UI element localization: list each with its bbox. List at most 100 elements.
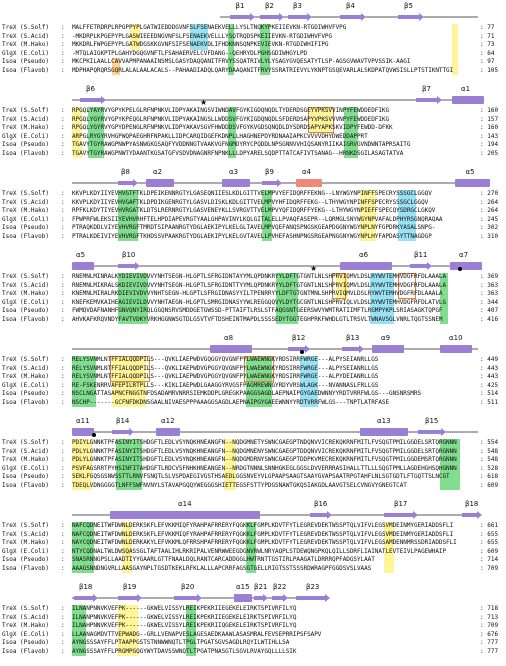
sequence-row: Isoa (Flavob): AAAGSNNDNGVRLLAASGAYNPLTGS… xyxy=(0,565,506,574)
sequence-residues: MDPHAPQRQRSGQRLALALAALACALS--PAHAADIADQL… xyxy=(72,66,454,74)
sequence-name: Isoa (Flavob) xyxy=(2,398,49,406)
sequence-name: Isoa (Flavob) xyxy=(2,232,49,240)
separator: : xyxy=(61,622,65,629)
ss-element-label: β7 xyxy=(422,85,431,93)
ss-element-label: α7 xyxy=(459,251,469,259)
residue-number: 264 xyxy=(480,199,506,208)
sequence-row: Isoa (Flavob): PTRALKDEIVIYEVHVRGFTKHDSSV… xyxy=(0,233,506,242)
residue-number: 416 xyxy=(480,316,506,325)
sequence-row: Isoa (Pseudo): MKCPKILAALLCAVVAPMPANAAINS… xyxy=(0,58,506,67)
sequence-row: GlgX (E.Coli): KNEFKEMVKAIHEAGIEVILDVVYNH… xyxy=(0,299,506,308)
residue-number: 609 xyxy=(480,482,506,491)
ss-diagram xyxy=(72,179,490,187)
sequence-residues: ILNANPNNVKVEFPK------GKWELVISSYLREIKPEKR… xyxy=(72,605,297,612)
sequence-row: TreX (M.Hako): RPFKLKDYTIYEVHVRGATKLDTSLR… xyxy=(0,207,506,216)
alpha-helix-bar xyxy=(210,345,252,353)
separator: : xyxy=(61,447,65,455)
sequence-residues: PDLYLGNNKTPFASINYITSHDGFTLEDLVSYNQKHNEAN… xyxy=(72,447,457,455)
ss-element-label: β6 xyxy=(86,85,95,93)
alignment-block: β18 β19 β20 α15 β21 β22 β23 TreX (S.Solf): ILNAN… xyxy=(0,583,506,656)
beta-strand-arrow xyxy=(254,594,268,602)
sequence-residues: RPGQLYAYRVYGPYKPELGLRFNPNKVLIDPYAKAINGSV… xyxy=(72,107,390,114)
sequence-row: TreX (S.Acid): RELYSVNMLNTFFIALQQDPILS---… xyxy=(0,365,506,374)
ss-element-label: α5 xyxy=(465,168,475,176)
sequence-name: TreX (S.Acid) xyxy=(2,281,49,289)
sequence-name: TreX (S.Solf) xyxy=(2,522,49,529)
alignment-block: β8 α2 α3 β9 α4 α5 TreX (S.Solf): KKVPLKDYIIYEVH… xyxy=(0,168,506,241)
beta-strand-arrow xyxy=(416,96,442,104)
beta-strand-arrow xyxy=(340,13,366,21)
sequence-row: TreX (S.Solf): RELYSVNMLNTFFIALQQDPILS---… xyxy=(0,356,506,365)
sequence-name: Isoa (Flavob) xyxy=(2,647,49,655)
sequence-name: TreX (S.Acid) xyxy=(2,447,49,455)
separator: : xyxy=(61,381,65,389)
residue-number: 548 xyxy=(480,448,506,457)
sequence-residues: PTRAQKDDLVIYEVHVRGFTMRDTSIPAANRGTYDGLAEK… xyxy=(72,224,436,231)
sequence-residues: FWMQVDAFNANHFGNVQNYIRQLGGQNSRVSMDDGETGWS… xyxy=(72,307,443,314)
sequence-name: Isoa (Flavob) xyxy=(2,564,49,572)
separator: : xyxy=(61,605,65,612)
separator: : xyxy=(61,32,65,40)
sequence-name: Isoa (Flavob) xyxy=(2,481,49,489)
sequence-residues: LLAANAGMDVTTVEPWADG--GRLLVENAPVESLAGESAE… xyxy=(72,630,322,638)
ss-element-label: α13 xyxy=(377,417,391,425)
beta-strand-arrow xyxy=(262,179,282,187)
ss-diagram xyxy=(72,96,484,104)
residue-number: 97 xyxy=(480,58,506,67)
separator: : xyxy=(61,149,65,157)
sequence-residues: MALFFETRDRPLRPGPPYPLGATWIEDDDGVNFSLFSENA… xyxy=(72,24,347,31)
sequence-row: Isoa (Pseudo): SEKLFGQSGSNWSSTTLRNVFSNQTL… xyxy=(0,473,506,482)
residue-number: 270 xyxy=(480,190,506,199)
sequence-row: TreX (S.Acid): -MKDRPLKPGEPYPLGASWIEEEDNG… xyxy=(0,33,506,42)
sequence-row: Isoa (Flavob): MDPHAPQRQRSGQRLALALAALACAL… xyxy=(0,67,506,76)
sequence-rows: TreX (S.Solf): MALFFETRDRPLRPGPPYPLGATWIE… xyxy=(0,24,506,75)
alpha-helix-bar xyxy=(360,428,408,436)
beta-strand-arrow xyxy=(384,511,418,519)
sequence-name: Isoa (Pseudo) xyxy=(2,58,49,65)
sequence-name: TreX (M.Hako) xyxy=(2,207,49,214)
ss-element-label: α1 xyxy=(461,85,471,93)
sequence-residues: NSCHP-------GCFNFDKDNSGAALNIVAESPPPAAAGG… xyxy=(72,398,390,406)
separator: : xyxy=(61,232,65,240)
sequence-residues: RPGQLYGYRVYGPYKPEQGLRFNPNKVLIDPYAKAINGSL… xyxy=(72,115,390,123)
alpha-helix-bar xyxy=(146,179,174,187)
alpha-helix-bar xyxy=(440,345,472,353)
ss-element-label: β13 xyxy=(346,334,360,342)
sequence-name: Isoa (Pseudo) xyxy=(2,141,49,148)
residue-number: 655 xyxy=(480,539,506,548)
sequence-residues: SEKLFGQSGSNWSSTTLRNVFSNQTLSLVSPDAEGIVGST… xyxy=(72,473,450,480)
ss-element-label: α15 xyxy=(236,583,250,591)
beta-strand-arrow xyxy=(118,262,140,270)
residue-number: 655 xyxy=(480,531,506,540)
sequence-residues: RPGQLYGYRVYGPYDPENGLRFNPNKVLIDPYAKAVSGVF… xyxy=(72,124,393,131)
beta-strand-arrow xyxy=(462,511,482,519)
sequence-row: TreX (M.Hako): PDLYLGNNKTPFASINYITSHDGFTL… xyxy=(0,456,506,465)
separator: : xyxy=(61,639,65,646)
separator: : xyxy=(61,281,65,289)
sequence-residues: RE-FSKENRRVAFEPILRTPLLS---KIKLIAEPWDLGAA… xyxy=(72,381,379,389)
ss-element-label: β12 xyxy=(292,334,306,342)
sequence-residues: NAFCQDNEITWFDWNLDERKSKFLEFVKKMIQFYRAHPAF… xyxy=(72,530,454,538)
sequence-name: TreX (S.Solf) xyxy=(2,605,49,612)
ss-element-label: α14 xyxy=(178,500,192,508)
sequence-row: Isoa (Pseudo): FWMQVDAFNANHFGNVQNYIRQLGGQ… xyxy=(0,307,506,316)
ss-element-label: β19 xyxy=(123,583,137,591)
separator: : xyxy=(61,298,65,306)
sequence-rows: TreX (S.Solf): RNEMNLMINRALKYDIEVIVDVVYNH… xyxy=(0,273,506,324)
sequence-row: TreX (M.Hako): ILNAHPNNVKVEFPK------GKWEL… xyxy=(0,622,506,631)
sequence-name: TreX (M.Hako) xyxy=(2,41,49,48)
sequence-row: GlgX (E.Coli): PSVFAGSRRTPYHSINFITAHDGFTL… xyxy=(0,465,506,474)
alpha-helix-bar xyxy=(72,262,94,270)
sequence-residues: FPWPRFWLEKSIIYEVHVRHFTELHPDIAPEVRGTYAALG… xyxy=(72,215,443,223)
beta-strand-arrow xyxy=(118,179,138,187)
sequence-name: TreX (S.Solf) xyxy=(2,356,49,363)
sequence-residues: NTYCQDNALTWLDWSQASSGLTAFTAALIHLRKRIPALVE… xyxy=(72,547,447,555)
ss-element-label: β15 xyxy=(425,417,439,425)
separator: : xyxy=(61,190,65,197)
separator: : xyxy=(61,58,65,65)
secondary-structure-track: α8 β12 β13 α9 α10 xyxy=(0,334,506,356)
sequence-row: TreX (S.Solf): ILNANPNNVKVEFPK------GKWEL… xyxy=(0,605,506,614)
ss-diagram xyxy=(220,13,478,21)
beta-strand-arrow xyxy=(260,13,284,21)
sequence-row: TreX (S.Solf): PDIYLGNNKTPFASINYITSHDGFTL… xyxy=(0,439,506,448)
